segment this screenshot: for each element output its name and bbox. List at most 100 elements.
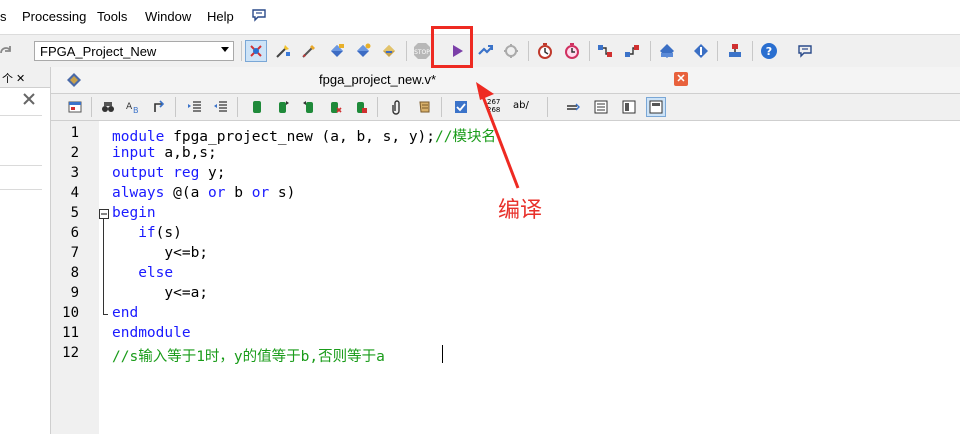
chevron-down-icon [221,47,229,52]
code-line-8: else [138,265,174,281]
line-number: 3 [70,165,79,181]
view-full-icon[interactable] [591,97,611,117]
code-editor[interactable]: module fpga_project_new (a, b, s, y);//模… [109,121,960,434]
toolbar-separator [175,97,176,117]
code-line-11: endmodule [112,325,191,341]
next-bookmark-icon[interactable] [273,97,293,117]
project-selector-value: FPGA_Project_New [40,44,157,59]
toolbar-separator [547,97,548,117]
line-number: 9 [70,285,79,301]
arrow-right-icon[interactable] [563,97,583,117]
chat-icon[interactable] [794,40,816,62]
view-split-icon[interactable] [619,97,639,117]
toolbar-separator [589,41,590,61]
indent-icon[interactable] [185,97,205,117]
timequest-icon[interactable] [561,40,583,62]
code-line-2: input a,b,s; [112,145,217,161]
signal-tap-icon[interactable] [690,40,712,62]
toolbar-separator [752,41,753,61]
compile-highlight-box [431,26,473,68]
panel-list-item[interactable] [0,115,42,166]
check-syntax-icon[interactable] [451,97,471,117]
quartus-logo-icon [65,71,83,92]
code-line-10: end [112,305,139,321]
technology-map-icon[interactable] [621,40,643,62]
pin-planner-icon[interactable] [272,40,294,62]
line-number: 10 [62,305,79,321]
code-line-7: y<=b; [112,245,209,261]
fold-margin [99,121,109,434]
compile-annotation-label: 编译 [498,198,543,223]
line-number: 5 [70,205,79,221]
help-icon[interactable]: ? [758,40,780,62]
toolbar-separator [717,41,718,61]
svg-text:STOP: STOP [414,49,430,56]
help-chat-icon[interactable] [251,8,267,25]
panel-search-row [0,89,42,116]
toolbar-separator [650,41,651,61]
toolbar-separator [441,97,442,117]
toolbar-separator [528,41,529,61]
code-line-6: if(s) [138,225,182,241]
tab-close-icon[interactable]: ✕ [674,72,688,86]
line-number: 4 [70,185,79,201]
editor-tab-title[interactable]: fpga_project_new.v* [319,72,436,87]
diamond-tool-3-icon[interactable] [378,40,400,62]
menu-tools[interactable]: Tools [97,9,127,24]
view-horizontal-icon[interactable] [646,97,666,117]
timing-analyzer-icon[interactable] [534,40,556,62]
fold-toggle-icon[interactable] [99,208,109,222]
open-file-icon[interactable] [65,97,85,117]
close-icon[interactable] [22,92,36,110]
unindent-icon[interactable] [211,97,231,117]
goto-line-icon[interactable] [149,97,169,117]
line-number: 6 [70,225,79,241]
line-number: 2 [70,145,79,161]
bookmark-icon[interactable] [247,97,267,117]
annotation-arrow [476,82,520,189]
project-selector[interactable]: FPGA_Project_New [34,41,234,61]
line-number-gutter: 1 2 3 4 5 6 7 8 9 10 11 12 [51,121,99,434]
rtl-viewer-icon[interactable] [594,40,616,62]
attach-icon[interactable] [387,97,407,117]
fitter-icon[interactable] [500,40,522,62]
svg-text:?: ? [766,45,772,58]
line-number: 8 [70,265,79,281]
find-replace-icon[interactable]: AB [123,97,143,117]
toolbar-separator [406,41,407,61]
panel-header: 个 ✕ [0,67,50,88]
panel-list-item[interactable] [0,165,42,190]
chip-planner-icon[interactable] [298,40,320,62]
programmer-icon[interactable] [656,40,678,62]
toolbar-separator [237,97,238,117]
menu-window[interactable]: Window [145,9,191,24]
stop-icon[interactable]: STOP [411,40,433,62]
menu-processing[interactable]: Processing [22,9,86,24]
diamond-tool-2-icon[interactable] [352,40,374,62]
insert-template-icon[interactable] [415,97,435,117]
line-number: 12 [62,345,79,361]
main-toolbar: FPGA_Project_New STOP ? [0,34,960,68]
find-icon[interactable] [98,97,118,117]
chip-editor-icon[interactable] [724,40,746,62]
stop-assign-icon[interactable] [245,40,267,62]
menu-assignments[interactable]: s [0,9,7,24]
line-number: 11 [62,325,79,341]
menu-bar: s Processing Tools Window Help [0,0,960,34]
clear-bookmarks-icon[interactable] [325,97,345,117]
analysis-synthesis-icon[interactable] [474,40,496,62]
svg-text:A: A [126,102,133,112]
text-cursor [442,345,443,363]
prev-bookmark-icon[interactable] [299,97,319,117]
diamond-tool-icon[interactable] [326,40,348,62]
toolbar-separator [91,97,92,117]
toolbar-separator [377,97,378,117]
menu-help[interactable]: Help [207,9,234,24]
redo-icon[interactable] [0,40,16,62]
dock-controls[interactable]: 个 ✕ [2,70,25,86]
toggle-bookmark-icon[interactable] [351,97,371,117]
line-number: 1 [70,125,79,141]
svg-text:B: B [133,106,139,115]
code-line-5: begin [112,205,156,221]
code-line-1: module fpga_project_new (a, b, s, y);//模… [112,129,496,145]
